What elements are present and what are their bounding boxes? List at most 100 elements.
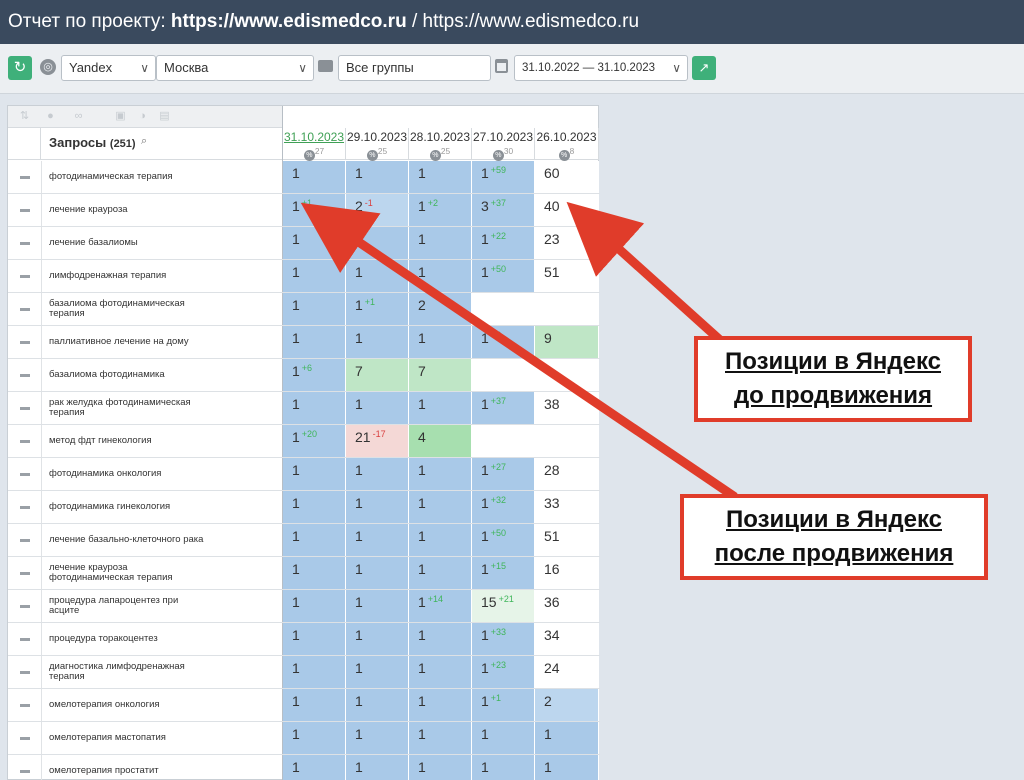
position-cell[interactable]: 2 -1 (346, 194, 409, 226)
row-toggle-icon[interactable] (20, 638, 30, 641)
position-cell[interactable]: 1 (409, 161, 472, 193)
row-toggle-icon[interactable] (20, 176, 30, 179)
position-cell[interactable]: 15 +21 (472, 590, 535, 622)
position-cell[interactable]: 34 (535, 623, 599, 655)
row-toggle-icon[interactable] (20, 539, 30, 542)
position-cell[interactable]: 1 (346, 491, 409, 523)
position-cell[interactable]: 1 +1 (472, 689, 535, 721)
position-cell[interactable]: 1 (409, 689, 472, 721)
row-toggle-icon[interactable] (20, 407, 30, 410)
row-toggle-icon[interactable] (20, 341, 30, 344)
table-row[interactable]: лечение базально-клеточного рака 1 1 1 1 +50 5… (8, 524, 600, 557)
row-toggle-icon[interactable] (20, 440, 30, 443)
position-cell[interactable]: 1 (535, 722, 599, 754)
row-toggle-icon[interactable] (20, 770, 30, 773)
position-cell[interactable]: 1 +1 (283, 194, 346, 226)
position-cell[interactable]: 51 (535, 260, 599, 292)
query-text[interactable]: лечение базалиомы (49, 227, 209, 259)
position-cell[interactable]: 1 +37 (472, 392, 535, 424)
position-cell[interactable]: 1 (409, 722, 472, 754)
position-cell[interactable]: 1 (409, 524, 472, 556)
position-cell[interactable] (535, 359, 599, 391)
query-text[interactable]: процедура торакоцентез (49, 623, 209, 655)
row-toggle-icon[interactable] (20, 572, 30, 575)
position-cell[interactable]: 1 (346, 161, 409, 193)
position-cell[interactable]: 1 +14 (409, 590, 472, 622)
project-url-bold[interactable]: https://www.edismedco.ru (171, 11, 407, 32)
position-cell[interactable]: 1 (346, 590, 409, 622)
position-cell[interactable]: 1 (346, 392, 409, 424)
row-toggle-icon[interactable] (20, 209, 30, 212)
table-row[interactable]: омелотерапия мастопатия 1 1 1 1 1 (8, 722, 600, 755)
position-cell[interactable]: 1 +59 (472, 161, 535, 193)
position-cell[interactable]: 1 (346, 524, 409, 556)
position-cell[interactable]: 1 +22 (472, 227, 535, 259)
export-button[interactable]: ↗ (692, 56, 716, 80)
position-cell[interactable] (535, 293, 599, 325)
position-cell[interactable]: 1 (409, 755, 472, 780)
position-cell[interactable]: 1 (409, 227, 472, 259)
position-cell[interactable]: 1 (346, 623, 409, 655)
position-cell[interactable] (472, 293, 535, 325)
table-row[interactable]: метод фдт гинекология 1 +20 21 -17 4 (8, 425, 600, 458)
date-column-header[interactable]: 26.10.2023% 8 (535, 128, 599, 162)
date-range-select[interactable]: 31.10.2022 — 31.10.2023 ∨ (514, 55, 688, 81)
table-row[interactable]: фотодинамика гинекология 1 1 1 1 +32 33 (8, 491, 600, 524)
position-cell[interactable]: 1 +2 (409, 194, 472, 226)
position-cell[interactable]: 23 (535, 227, 599, 259)
position-cell[interactable] (472, 425, 535, 457)
position-cell[interactable]: 1 (283, 557, 346, 589)
table-row[interactable]: омелотерапия онкология 1 1 1 1 +1 2 (8, 689, 600, 722)
query-text[interactable]: лимфодренажная терапия (49, 260, 209, 292)
position-cell[interactable]: 1 (409, 656, 472, 688)
position-cell[interactable]: 24 (535, 656, 599, 688)
position-cell[interactable]: 1 (409, 557, 472, 589)
query-text[interactable]: базалиома фотодинамическая терапия (49, 293, 209, 325)
contrast-icon[interactable]: ◑ (136, 110, 149, 123)
position-cell[interactable]: 1 +15 (472, 557, 535, 589)
query-text[interactable]: фотодинамическая терапия (49, 161, 209, 193)
position-cell[interactable]: 1 (283, 656, 346, 688)
position-cell[interactable]: 1 (346, 557, 409, 589)
position-cell[interactable]: 1 (346, 260, 409, 292)
table-row[interactable]: лимфодренажная терапия 1 1 1 1 +50 51 (8, 260, 600, 293)
query-text[interactable]: фотодинамика онкология (49, 458, 209, 490)
query-text[interactable]: рак желудка фотодинамическая терапия (49, 392, 209, 424)
table-row[interactable]: паллиативное лечение на дому 1 1 1 1 +8 9 (8, 326, 600, 359)
position-cell[interactable]: 7 (346, 359, 409, 391)
position-cell[interactable]: 1 (409, 326, 472, 358)
position-cell[interactable]: 28 (535, 458, 599, 490)
position-cell[interactable]: 1 (283, 623, 346, 655)
table-row[interactable]: диагностика лимфодренажная терапия 1 1 1 1 +2… (8, 656, 600, 689)
query-text[interactable]: лечение крауроза (49, 194, 209, 226)
query-text[interactable]: омелотерапия онкология (49, 689, 209, 721)
query-text[interactable]: лечение базально-клеточного рака (49, 524, 209, 556)
query-text[interactable]: базалиома фотодинамика (49, 359, 209, 391)
position-cell[interactable]: 1 (283, 524, 346, 556)
table-row[interactable]: омелотерапия простатит 1 1 1 1 1 (8, 755, 600, 780)
query-text[interactable]: омелотерапия простатит (49, 755, 209, 780)
row-toggle-icon[interactable] (20, 473, 30, 476)
row-toggle-icon[interactable] (20, 506, 30, 509)
position-cell[interactable]: 1 (409, 458, 472, 490)
table-row[interactable]: процедура торакоцентез 1 1 1 1 +33 34 (8, 623, 600, 656)
position-cell[interactable]: 1 (283, 392, 346, 424)
position-cell[interactable]: 1 +50 (472, 524, 535, 556)
position-cell[interactable]: 1 +20 (283, 425, 346, 457)
queries-title[interactable]: Запросы (251) (49, 135, 136, 150)
table-row[interactable]: фотодинамическая терапия 1 1 1 1 +59 60 (8, 161, 600, 194)
table-row[interactable]: лечение крауроза 1 +1 2 -1 1 +2 3 +37 40 (8, 194, 600, 227)
position-cell[interactable]: 1 (283, 260, 346, 292)
position-cell[interactable]: 1 (346, 458, 409, 490)
position-cell[interactable]: 1 (283, 227, 346, 259)
position-cell[interactable]: 1 +1 (346, 293, 409, 325)
query-text[interactable]: процедура лапароцентез при асците (49, 590, 209, 622)
position-cell[interactable]: 1 (283, 293, 346, 325)
eye-icon[interactable]: ● (44, 110, 57, 123)
position-cell[interactable]: 1 (409, 623, 472, 655)
position-cell[interactable]: 2 (535, 689, 599, 721)
position-cell[interactable]: 60 (535, 161, 599, 193)
position-cell[interactable]: 51 (535, 524, 599, 556)
position-cell[interactable]: 1 (346, 689, 409, 721)
link-icon[interactable]: ∞ (72, 110, 85, 123)
